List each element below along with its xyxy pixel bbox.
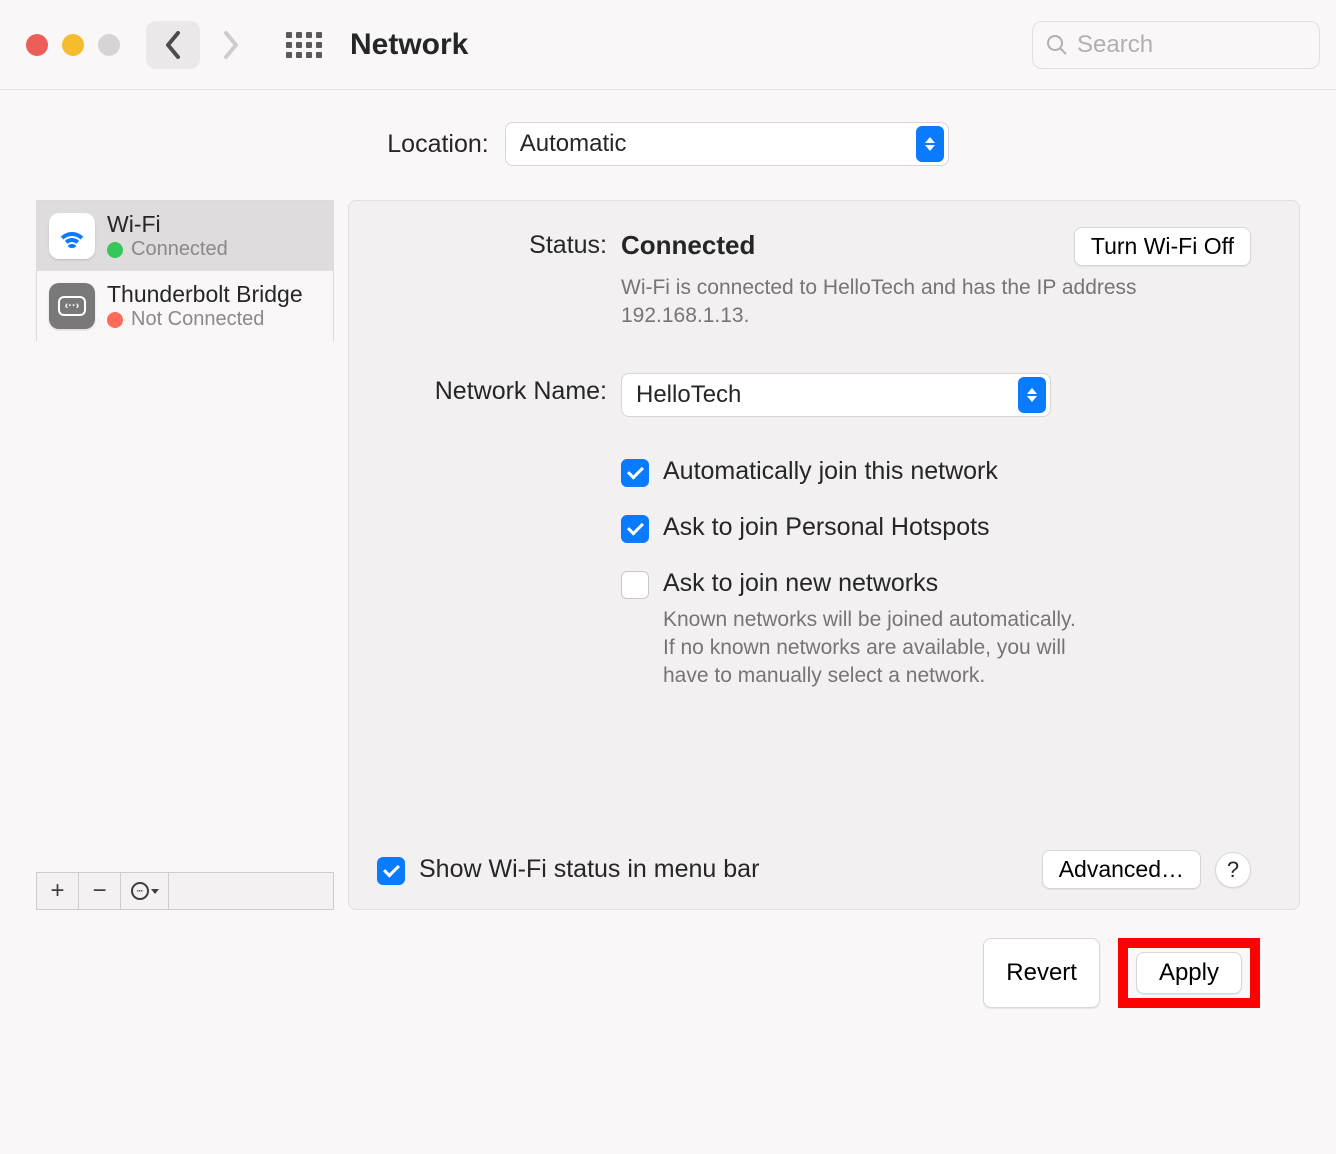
chevron-down-icon bbox=[151, 889, 159, 894]
status-value: Connected bbox=[621, 230, 755, 261]
auto-join-checkbox-row: Automatically join this network bbox=[621, 457, 1251, 487]
service-list: Wi-Fi Connected ‹··› Thunderbolt Bridge bbox=[36, 200, 334, 872]
apply-highlight: Apply bbox=[1118, 938, 1260, 1008]
more-actions-button[interactable]: ··· bbox=[121, 873, 169, 909]
auto-join-label: Automatically join this network bbox=[663, 457, 998, 486]
all-preferences-button[interactable] bbox=[286, 32, 322, 58]
service-item-thunderbolt-bridge[interactable]: ‹··› Thunderbolt Bridge Not Connected bbox=[36, 271, 334, 341]
show-status-checkbox-row: Show Wi-Fi status in menu bar bbox=[377, 855, 759, 885]
status-label: Status: bbox=[377, 227, 607, 266]
service-name: Thunderbolt Bridge bbox=[107, 281, 303, 308]
dropdown-stepper-icon bbox=[1018, 377, 1046, 413]
add-service-button[interactable]: + bbox=[37, 873, 79, 909]
services-sidebar: Wi-Fi Connected ‹··› Thunderbolt Bridge bbox=[36, 200, 334, 910]
new-networks-checkbox-row: Ask to join new networks Known networks … bbox=[621, 569, 1251, 691]
nav-buttons bbox=[146, 21, 258, 69]
new-networks-description: Known networks will be joined automatica… bbox=[663, 606, 1083, 691]
window-controls bbox=[26, 34, 120, 56]
search-icon bbox=[1045, 33, 1069, 57]
advanced-button[interactable]: Advanced… bbox=[1042, 850, 1201, 889]
help-button[interactable]: ? bbox=[1215, 852, 1251, 888]
personal-hotspots-checkbox[interactable] bbox=[621, 515, 649, 543]
service-status: Connected bbox=[131, 238, 228, 261]
search-placeholder: Search bbox=[1077, 31, 1153, 59]
location-row: Location: Automatic bbox=[36, 122, 1300, 166]
page-title: Network bbox=[350, 28, 468, 62]
zoom-window-button[interactable] bbox=[98, 34, 120, 56]
close-window-button[interactable] bbox=[26, 34, 48, 56]
chevron-right-icon bbox=[222, 31, 240, 59]
search-input[interactable]: Search bbox=[1032, 21, 1320, 69]
revert-button[interactable]: Revert bbox=[983, 938, 1100, 1008]
minimize-window-button[interactable] bbox=[62, 34, 84, 56]
service-status: Not Connected bbox=[131, 308, 264, 331]
show-status-label: Show Wi-Fi status in menu bar bbox=[419, 855, 759, 884]
personal-hotspots-checkbox-row: Ask to join Personal Hotspots bbox=[621, 513, 1251, 543]
location-label: Location: bbox=[387, 130, 488, 159]
footer-buttons: Revert Apply bbox=[36, 910, 1300, 1008]
network-name-value: HelloTech bbox=[636, 381, 741, 409]
status-dot-icon bbox=[107, 242, 123, 258]
back-button[interactable] bbox=[146, 21, 200, 69]
sidebar-toolbar: + − ··· bbox=[36, 872, 334, 910]
show-status-checkbox[interactable] bbox=[377, 857, 405, 885]
forward-button[interactable] bbox=[204, 21, 258, 69]
chevron-left-icon bbox=[164, 31, 182, 59]
dropdown-stepper-icon bbox=[916, 126, 944, 162]
location-value: Automatic bbox=[520, 130, 627, 158]
service-name: Wi-Fi bbox=[107, 211, 228, 238]
status-dot-icon bbox=[107, 312, 123, 328]
network-name-label: Network Name: bbox=[377, 373, 607, 417]
location-select[interactable]: Automatic bbox=[505, 122, 949, 166]
detail-panel: Status: Connected Turn Wi-Fi Off Wi-Fi i… bbox=[348, 200, 1300, 910]
remove-service-button[interactable]: − bbox=[79, 873, 121, 909]
new-networks-label: Ask to join new networks bbox=[663, 569, 938, 597]
service-item-wifi[interactable]: Wi-Fi Connected bbox=[36, 201, 334, 271]
status-description: Wi-Fi is connected to HelloTech and has … bbox=[621, 274, 1251, 331]
turn-wifi-off-button[interactable]: Turn Wi-Fi Off bbox=[1074, 227, 1251, 266]
wifi-icon bbox=[49, 213, 95, 259]
titlebar: Network Search bbox=[0, 0, 1336, 90]
more-icon: ··· bbox=[131, 882, 149, 900]
apply-button[interactable]: Apply bbox=[1136, 952, 1242, 994]
personal-hotspots-label: Ask to join Personal Hotspots bbox=[663, 513, 990, 542]
network-name-select[interactable]: HelloTech bbox=[621, 373, 1051, 417]
auto-join-checkbox[interactable] bbox=[621, 459, 649, 487]
new-networks-checkbox[interactable] bbox=[621, 571, 649, 599]
thunderbolt-bridge-icon: ‹··› bbox=[49, 283, 95, 329]
